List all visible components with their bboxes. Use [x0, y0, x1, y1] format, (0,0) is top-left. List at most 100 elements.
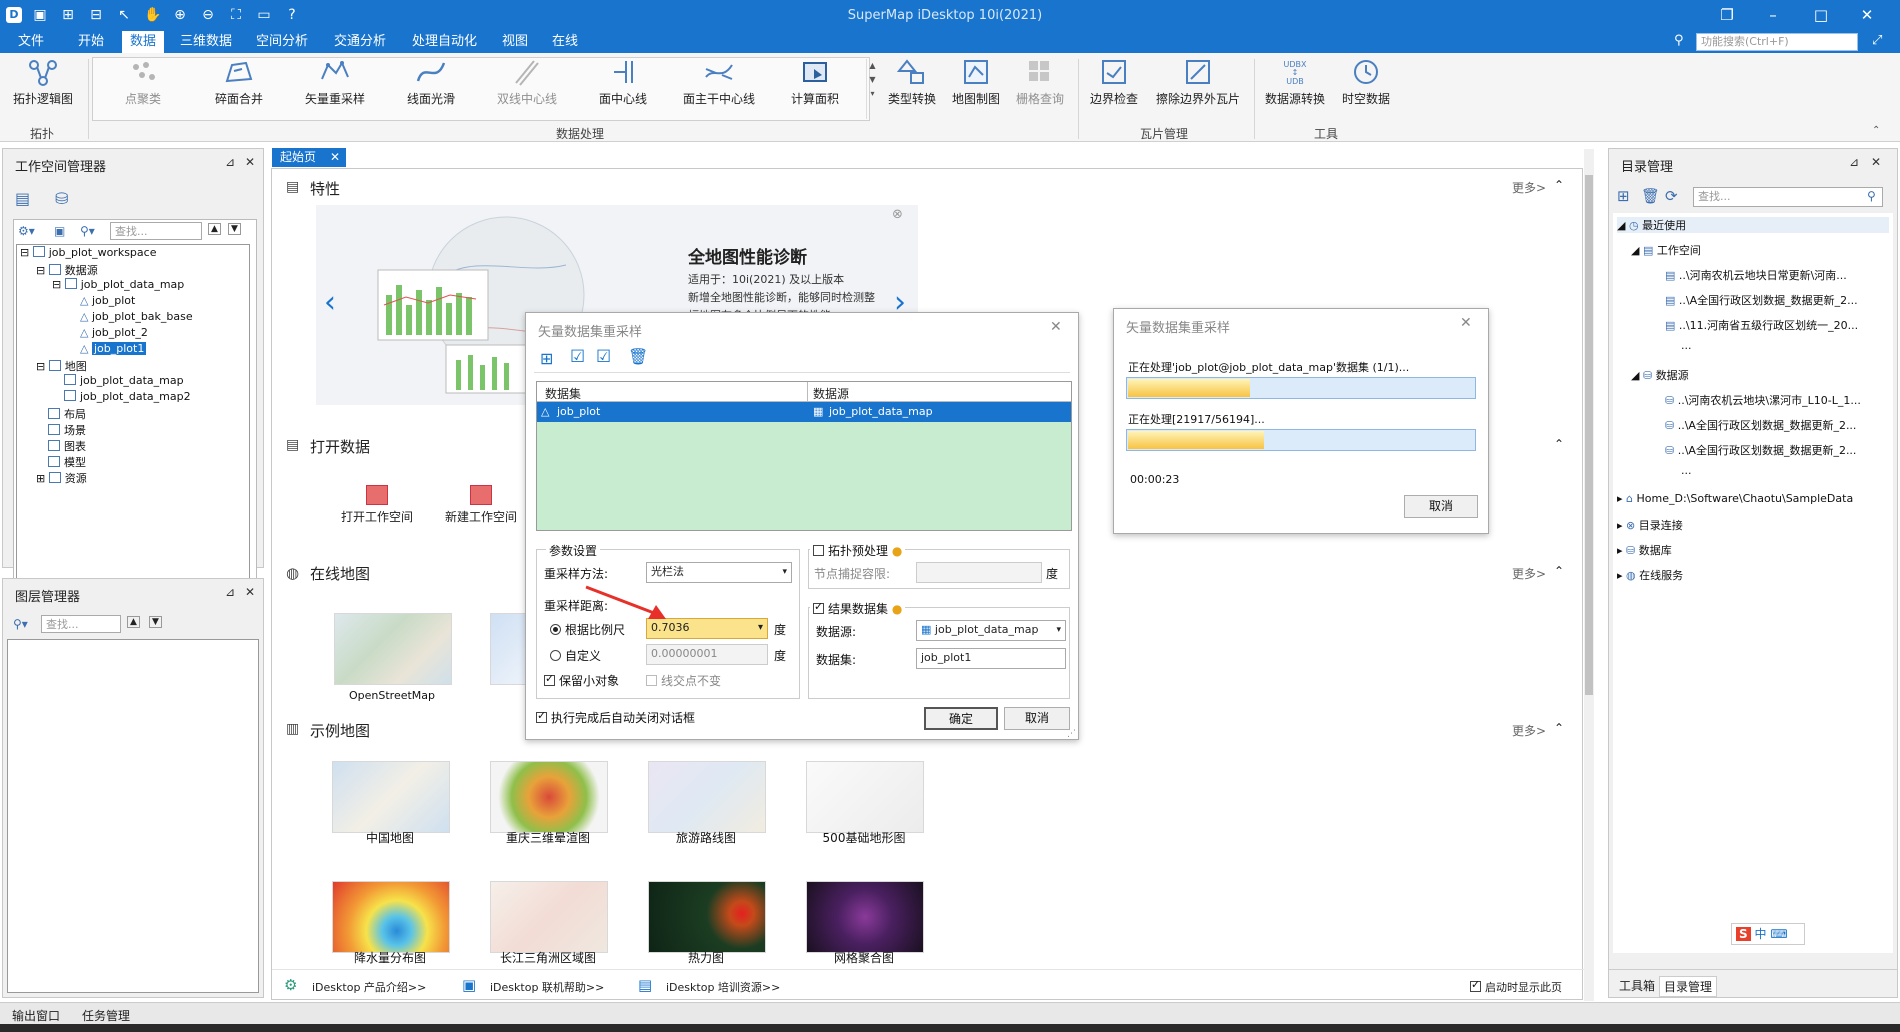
menu-file[interactable]: 文件	[10, 31, 52, 53]
vector-resample-button[interactable]: 矢量重采样	[292, 57, 378, 107]
by-scale-radio[interactable]: 根据比例尺	[550, 621, 625, 638]
training-link[interactable]: iDesktop 培训资源>>	[666, 979, 780, 995]
maximize-button[interactable]: □	[1806, 4, 1836, 26]
datasource-convert-button[interactable]: UDBX ↕ UDB 数据源转换	[1258, 57, 1332, 107]
tree-node-recent-datasources[interactable]: ◢ ⛁ 数据源	[1631, 367, 1689, 383]
tree-node-dataset[interactable]: △ job_plot_2	[80, 326, 148, 339]
find-icon[interactable]: ⚲▾	[13, 617, 28, 631]
fullscreen-icon[interactable]: ⤢	[1872, 33, 1882, 48]
more-features-link[interactable]: 更多>	[1512, 179, 1546, 196]
tab-task-manager[interactable]: 任务管理	[82, 1007, 130, 1024]
tree-node-datasource[interactable]: ⊟ job_plot_data_map	[52, 278, 184, 291]
tree-node-layouts[interactable]: 布局	[48, 406, 86, 422]
tree-node-scenes[interactable]: 场景	[48, 422, 86, 438]
dialog-close-icon[interactable]: ✕	[1050, 319, 1062, 335]
datasource-tab-icon[interactable]: ⛁	[55, 189, 68, 208]
sample-grid-aggregation-map[interactable]	[806, 881, 924, 953]
delete-icon[interactable]: 🗑	[1641, 187, 1660, 205]
tab-output-window[interactable]: 输出窗口	[12, 1007, 60, 1024]
recent-workspace-item[interactable]: ▤ ..\河南农机云地块日常更新\河南...	[1665, 267, 1847, 283]
dialog-close-icon[interactable]: ✕	[1460, 315, 1472, 331]
tree-node-recent-workspace[interactable]: ◢ ▤ 工作空间	[1631, 242, 1701, 258]
close-panel-icon[interactable]: ✕	[1871, 155, 1881, 169]
polygon-center-line-button[interactable]: 面中心线	[580, 57, 666, 107]
banner-close-icon[interactable]: ⊗	[892, 207, 903, 222]
boundary-check-button[interactable]: 边界检查	[1082, 57, 1146, 107]
raster-query-button[interactable]: 栅格查询	[1010, 57, 1070, 107]
keep-intersection-checkbox[interactable]: 线交点不变	[646, 672, 721, 689]
menu-traffic-analysis[interactable]: 交通分析	[326, 31, 394, 53]
sample-chongqing-map[interactable]	[490, 761, 608, 833]
point-cluster-button[interactable]: 点聚类	[100, 57, 186, 107]
save-workspace-icon[interactable]: ▣	[54, 224, 65, 238]
function-search-input[interactable]: 功能搜索(Ctrl+F)	[1696, 33, 1858, 51]
tree-node-dataset[interactable]: △ job_plot_bak_base	[80, 310, 193, 323]
type-convert-button[interactable]: 类型转换	[882, 57, 942, 107]
collapse-icon[interactable]: ⌃	[1554, 437, 1564, 451]
more-ellipsis[interactable]: ...	[1681, 464, 1692, 477]
snap-tolerance-input[interactable]	[916, 562, 1042, 583]
add-dataset-icon[interactable]: ⊞	[540, 349, 553, 368]
topo-pre-checkbox[interactable]: 拓扑预处理 ●	[810, 542, 906, 559]
sample-heat-map[interactable]	[648, 881, 766, 953]
sample-china-map[interactable]	[332, 761, 450, 833]
ime-indicator[interactable]: S 中 ⌨	[1731, 923, 1805, 945]
tree-node-map[interactable]: job_plot_data_map2	[64, 390, 191, 403]
new-folder-icon[interactable]: ⊞	[1617, 187, 1630, 205]
tree-node-maps[interactable]: ⊟ 地图	[36, 358, 87, 374]
catalog-search-input[interactable]: 查找...	[1693, 187, 1883, 207]
recent-workspace-item[interactable]: ▤ ..\A全国行政区划数据_数据更新_2...	[1665, 292, 1858, 308]
tree-node-charts[interactable]: 图表	[48, 438, 86, 454]
minimize-button[interactable]: –	[1758, 4, 1788, 26]
collapse-icon[interactable]: ⌃	[1554, 564, 1564, 578]
tree-node-datasources[interactable]: ⊟ 数据源	[36, 262, 98, 278]
search-down-icon[interactable]: ▼	[228, 223, 241, 235]
recent-datasource-item[interactable]: ⛁ ..\河南农机云地块\漯河市_L10-L_1...	[1665, 392, 1861, 408]
custom-distance-input[interactable]: 0.00000001	[646, 644, 768, 665]
map-cartography-button[interactable]: 地图制图	[946, 57, 1006, 107]
search-up-icon[interactable]: ▲	[127, 616, 140, 628]
find-icon[interactable]: ⚲▾	[80, 224, 95, 238]
close-button[interactable]: ✕	[1852, 4, 1882, 26]
gallery-scroll-arrows[interactable]: ▲ ▼ ▾	[866, 59, 878, 119]
search-icon[interactable]: ⚲	[1867, 189, 1876, 203]
menu-3d-data[interactable]: 三维数据	[172, 31, 240, 53]
tree-node-catalog-connect[interactable]: ▸ ⊗ 目录连接	[1617, 517, 1683, 533]
menu-automation[interactable]: 处理自动化	[404, 31, 485, 53]
close-panel-icon[interactable]: ✕	[245, 155, 255, 169]
menu-spatial-analysis[interactable]: 空间分析	[248, 31, 316, 53]
show-on-start-checkbox[interactable]: 启动时显示此页	[1470, 978, 1562, 995]
more-online-link[interactable]: 更多>	[1512, 565, 1546, 582]
spatiotemporal-data-button[interactable]: 时空数据	[1336, 57, 1396, 107]
open-workspace-icon[interactable]: ⚙▾	[18, 224, 35, 238]
layer-search-input[interactable]: 查找...	[41, 615, 121, 633]
search-up-icon[interactable]: ▲	[208, 223, 221, 235]
more-samples-link[interactable]: 更多>	[1512, 722, 1546, 739]
tree-node-models[interactable]: 模型	[48, 454, 86, 470]
select-all-icon[interactable]: ☑	[570, 347, 585, 367]
tree-node-home[interactable]: ▸ ⌂ Home_D:\Software\Chaotu\SampleData	[1617, 492, 1853, 505]
open-workspace-button[interactable]: 打开工作空间	[332, 485, 422, 525]
table-row[interactable]: △ job_plot ▦ job_plot_data_map	[537, 402, 1071, 422]
menu-view[interactable]: 视图	[494, 31, 536, 53]
vertical-scrollbar[interactable]	[1584, 149, 1594, 1001]
online-help-link[interactable]: iDesktop 联机帮助>>	[490, 979, 604, 995]
erase-outer-tiles-button[interactable]: 擦除边界外瓦片	[1150, 57, 1246, 107]
workspace-search-input[interactable]: 查找...	[110, 222, 202, 240]
sample-500-terrain-map[interactable]	[806, 761, 924, 833]
recent-workspace-item[interactable]: ▤ ..\11.河南省五级行政区划统一_20...	[1665, 317, 1858, 333]
collapse-icon[interactable]: ⌃	[1554, 178, 1564, 192]
result-dataset-checkbox[interactable]: 结果数据集 ●	[810, 600, 906, 617]
close-tab-icon[interactable]: ✕	[330, 148, 340, 167]
search-down-icon[interactable]: ▼	[149, 616, 162, 628]
result-datasource-select[interactable]: ▦ job_plot_data_map ▾	[916, 620, 1066, 641]
restore-layout-icon[interactable]: ❐	[1712, 4, 1742, 26]
workspace-tree-tab-icon[interactable]: ▤	[15, 189, 30, 208]
new-workspace-button[interactable]: 新建工作空间	[436, 485, 526, 525]
double-line-center-button[interactable]: 双线中心线	[484, 57, 570, 107]
column-header-datasource[interactable]: 数据源	[813, 385, 849, 402]
tree-node-workspace[interactable]: ⊟ job_plot_workspace	[20, 246, 156, 259]
banner-prev-icon[interactable]: ‹	[324, 285, 336, 320]
collapse-icon[interactable]: ⌃	[1554, 721, 1564, 735]
scrollbar-thumb[interactable]	[1585, 175, 1593, 695]
